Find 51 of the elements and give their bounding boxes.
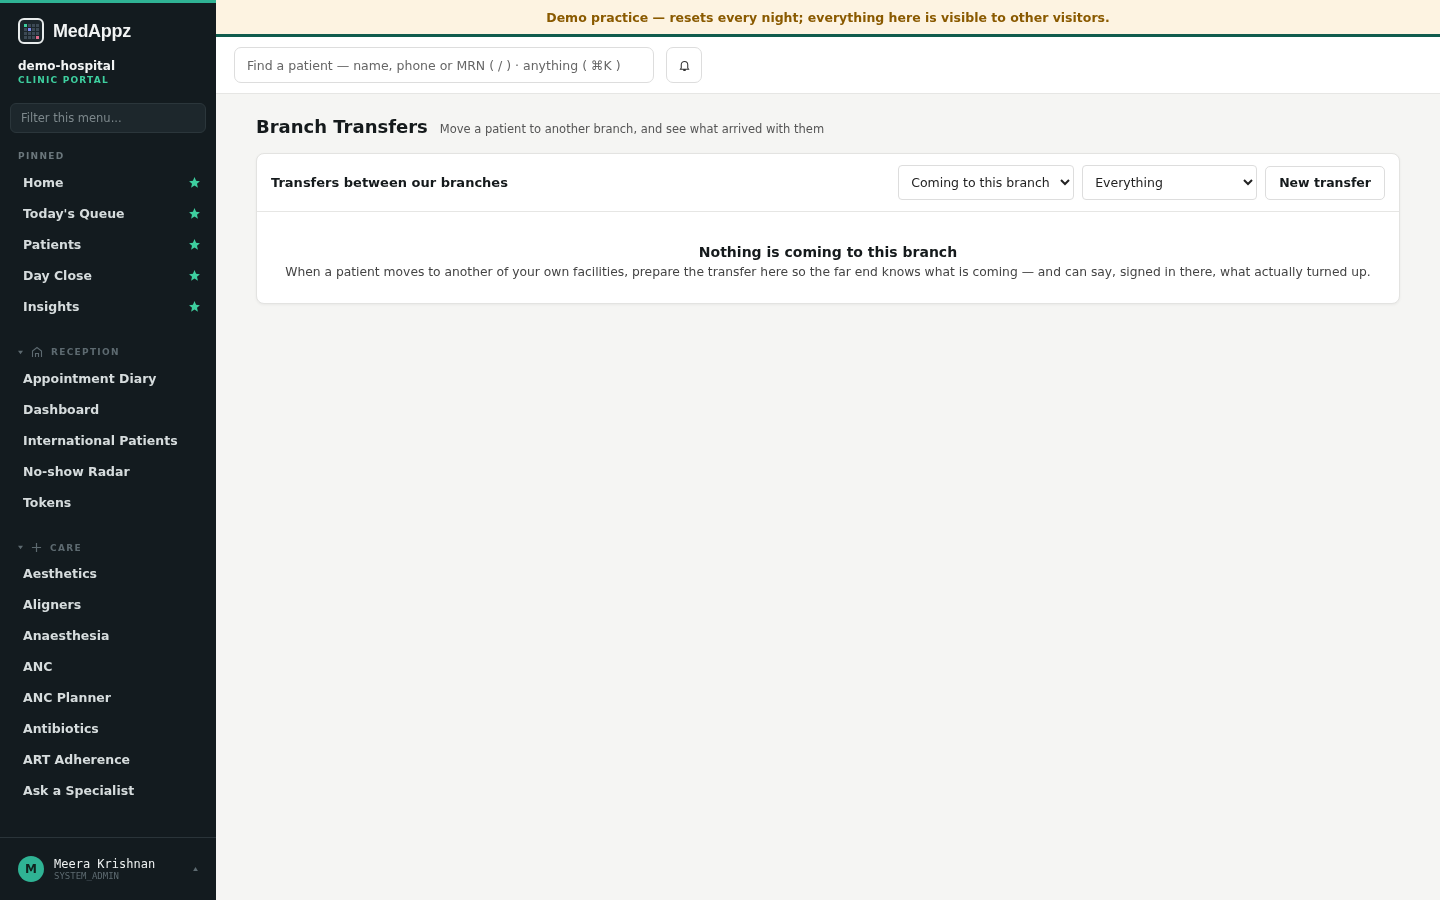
nav-item[interactable]: Tokens [0,487,216,518]
plus-icon [31,542,42,553]
filter-field[interactable]: Filter this menu... [10,103,206,133]
bell-icon [677,58,691,72]
caret-up-icon[interactable] [193,867,198,871]
nav-item[interactable]: Today's Queue [0,198,216,229]
star-icon[interactable] [188,238,201,251]
portal-label: CLINIC PORTAL [17,74,110,85]
banner-text: Demo practice — resets every night; everything here is visible to other visitors. [546,9,1110,25]
user-avatar[interactable]: M [18,856,44,882]
nav-item[interactable]: ANC Planner [0,682,216,713]
nav-item[interactable]: Antibiotics [0,713,216,744]
building-icon [31,346,43,358]
empty-state-text: When a patient moves to another of your own facilities, prepare the transfer here so the far end knows what is coming — and can say, signed in there, what actually turned up. [284,265,1372,279]
user-role: SYSTEM_ADMIN [54,871,121,881]
tenant-name: demo-hospital [17,58,117,73]
nav-item[interactable]: Anaesthesia [0,620,216,651]
nav-item[interactable]: Day Close [0,260,216,291]
nav-item[interactable]: Aesthetics [0,558,216,589]
star-icon[interactable] [188,176,201,189]
star-icon[interactable] [188,269,201,282]
new-transfer-button[interactable]: New transfer [1265,165,1385,200]
page-subtitle: Move a patient to another branch, and see what arrived with them [439,122,825,136]
brand-name: MedAppz [53,20,131,42]
nav-item[interactable]: International Patients [0,425,216,456]
direction-dropdown[interactable]: Coming to this branch [898,165,1075,200]
nav-item[interactable]: Dashboard [0,394,216,425]
empty-state-title: Nothing is coming to this branch [697,244,959,260]
nav-item[interactable]: No-show Radar [0,456,216,487]
nav-item[interactable]: Aligners [0,589,216,620]
caret-down-icon[interactable] [18,545,23,550]
page-title: Branch Transfers [256,116,428,137]
star-icon[interactable] [188,207,201,220]
card-title: Transfers between our branches [271,175,509,190]
search-field[interactable]: Find a patient — name, phone or MRN ( / ) · anything ( ⌘K ) [234,47,654,83]
section-heading: CARE [50,542,82,553]
filter-dropdown[interactable]: Everything [1082,165,1258,200]
nav-item[interactable]: Ask a Specialist [0,775,216,806]
section-heading: PINNED [17,150,66,163]
user-name: Meera Krishnan [54,857,157,871]
section-heading: RECEPTION [51,347,120,357]
nav-item[interactable]: Appointment Diary [0,363,216,394]
nav-item[interactable]: ANC [0,651,216,682]
grid-logo-icon [18,18,44,44]
star-icon[interactable] [188,300,201,313]
nav-item[interactable]: Insights [0,291,216,322]
nav-item[interactable]: Home [0,167,216,198]
caret-down-icon[interactable] [18,349,23,355]
notifications-button[interactable] [666,47,702,83]
nav-item[interactable]: ART Adherence [0,744,216,775]
nav-item[interactable]: Patients [0,229,216,260]
